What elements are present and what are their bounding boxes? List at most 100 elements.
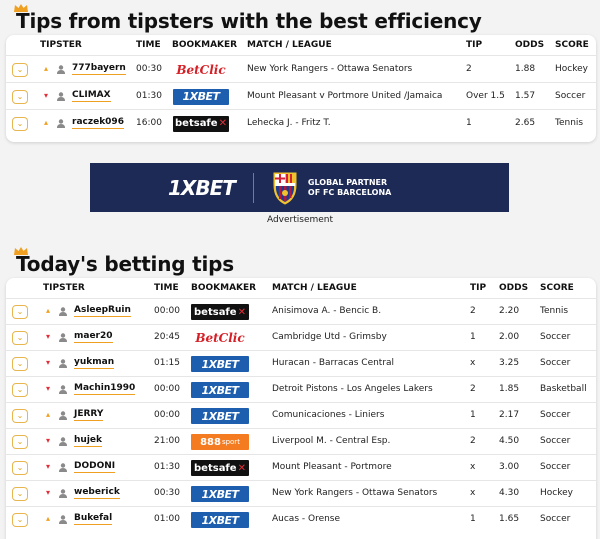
chevron-down-icon: ⌄	[16, 333, 24, 342]
expand-button[interactable]: ⌄	[12, 62, 28, 77]
table-row[interactable]: ⌄ ▴ 777bayern 00:30 BetClic New York Ran…	[6, 55, 596, 82]
header-score: SCORE	[555, 40, 589, 50]
user-icon	[59, 515, 67, 524]
expand-button[interactable]: ⌄	[12, 487, 28, 501]
odds-value: 3.00	[499, 462, 520, 472]
arrow-down-icon: ▾	[46, 384, 51, 393]
match-time: 20:45	[154, 332, 180, 342]
bookmaker-cell: 1XBET	[191, 382, 249, 398]
match-league: Mount Pleasant - Portmore	[272, 462, 392, 472]
tipster-link[interactable]: yukman	[74, 357, 115, 369]
tipster-link[interactable]: DODONI	[74, 461, 116, 473]
expand-button[interactable]: ⌄	[12, 409, 28, 423]
user-icon	[57, 118, 65, 128]
sport-value: Soccer	[540, 358, 571, 368]
expand-button[interactable]: ⌄	[12, 461, 28, 475]
arrow-down-icon: ▾	[46, 332, 51, 341]
bookmaker-cell: 1XBET	[191, 486, 249, 502]
bookmaker-betsafe-logo[interactable]: betsafe ✕	[173, 115, 229, 132]
bookmaker-1xbet-logo[interactable]: 1XBET	[191, 356, 249, 372]
expand-button[interactable]: ⌄	[12, 435, 28, 449]
odds-value: 4.50	[499, 436, 520, 446]
tip-value: 1	[470, 514, 476, 524]
arrow-down-icon: ▾	[44, 90, 49, 100]
bookmaker-betsafe-logo[interactable]: betsafe ✕	[191, 460, 249, 476]
table-row[interactable]: ⌄ ▾ yukman 01:15 1XBET Huracan - Barraca…	[6, 350, 596, 376]
tip-value: 2	[470, 384, 476, 394]
user-icon	[59, 385, 67, 394]
tipster-link[interactable]: Bukefal	[74, 513, 113, 525]
bookmaker-1xbet-logo[interactable]: 1XBET	[191, 382, 249, 398]
header-score: SCORE	[540, 283, 574, 293]
bookmaker-1xbet-logo[interactable]: 1XBET	[191, 512, 249, 528]
tipster-link[interactable]: maer20	[74, 331, 113, 343]
user-icon	[59, 463, 67, 472]
table-row[interactable]: ⌄ ▴ AsleepRuin 00:00 betsafe ✕ Anisimova …	[6, 298, 596, 324]
bookmaker-1xbet-logo[interactable]: 1XBET	[173, 88, 229, 105]
header-match: MATCH / LEAGUE	[247, 40, 332, 50]
tip-value: 1	[466, 117, 472, 128]
bookmaker-888sport-logo[interactable]: 888 sport	[191, 434, 249, 450]
header-bookmaker: BOOKMAKER	[172, 40, 238, 50]
match-time: 21:00	[154, 436, 180, 446]
tip-value: 2	[470, 306, 476, 316]
match-league: Cambridge Utd - Grimsby	[272, 332, 387, 342]
table-row[interactable]: ⌄ ▾ maer20 20:45 BetClic Cambridge Utd -…	[6, 324, 596, 350]
banner-line2: OF FC BARCELONA	[307, 187, 392, 197]
match-league: Detroit Pistons - Los Angeles Lakers	[272, 384, 433, 394]
table-row[interactable]: ⌄ ▴ JERRY 00:00 1XBET Comunicaciones - L…	[6, 402, 596, 428]
table-row[interactable]: ⌄ ▾ Machin1990 00:00 1XBET Detroit Pisto…	[6, 376, 596, 402]
odds-value: 2.00	[499, 332, 520, 342]
table-row[interactable]: ⌄ ▴ raczek096 16:00 betsafe ✕ Lehecka J. …	[6, 109, 596, 136]
table-row[interactable]: ⌄ ▾ hujek 21:00 888 sport Liverpool M. - …	[6, 428, 596, 454]
advertisement-label: Advertisement	[266, 215, 334, 225]
match-time: 00:00	[154, 384, 180, 394]
sport-value: Basketball	[540, 384, 587, 394]
header-odds: ODDS	[499, 283, 529, 293]
chevron-down-icon: ⌄	[16, 385, 24, 394]
bookmaker-1xbet-logo[interactable]: 1XBET	[191, 486, 249, 502]
header-tip: TIP	[466, 40, 483, 50]
chevron-down-icon: ⌄	[16, 515, 24, 524]
header-match: MATCH / LEAGUE	[272, 283, 357, 293]
expand-button[interactable]: ⌄	[12, 357, 28, 371]
arrow-down-icon: ▾	[46, 358, 51, 367]
sport-value: Soccer	[540, 462, 571, 472]
bookmaker-betclic-logo[interactable]: BetClic	[191, 330, 249, 346]
match-league: New York Rangers - Ottawa Senators	[272, 488, 438, 498]
odds-value: 1.65	[499, 514, 520, 524]
bookmaker-betclic-logo[interactable]: BetClic	[173, 61, 229, 78]
tipster-link[interactable]: 777bayern	[72, 63, 126, 75]
expand-button[interactable]: ⌄	[12, 116, 28, 131]
tipster-link[interactable]: hujek	[74, 435, 102, 447]
expand-button[interactable]: ⌄	[12, 89, 28, 104]
sport-value: Soccer	[540, 514, 571, 524]
tip-value: 1	[470, 332, 476, 342]
expand-button[interactable]: ⌄	[12, 383, 28, 397]
match-time: 01:00	[154, 514, 180, 524]
table-row[interactable]: ⌄ ▾ DODONI 01:30 betsafe ✕ Mount Pleasant…	[6, 454, 596, 480]
tipster-link[interactable]: raczek096	[72, 117, 124, 129]
tipster-link[interactable]: CLIMAX	[72, 90, 111, 102]
advertisement-banner[interactable]: 1XBET GLOBAL PARTNER OF FC BARCELONA	[90, 163, 509, 212]
chevron-down-icon: ⌄	[16, 437, 24, 446]
user-icon	[59, 411, 67, 420]
table-row[interactable]: ⌄ ▾ weberick 00:30 1XBET New York Ranger…	[6, 480, 596, 506]
match-league: Huracan - Barracas Central	[272, 358, 395, 368]
bookmaker-1xbet-logo[interactable]: 1XBET	[191, 408, 249, 424]
table-row[interactable]: ⌄ ▴ Bukefal 01:00 1XBET Aucas - Orense 1…	[6, 506, 596, 532]
expand-button[interactable]: ⌄	[12, 513, 28, 527]
expand-button[interactable]: ⌄	[12, 331, 28, 345]
bookmaker-cell: 1XBET	[191, 408, 249, 424]
header-tip: TIP	[470, 283, 487, 293]
user-icon	[59, 437, 67, 446]
table-row[interactable]: ⌄ ▾ CLIMAX 01:30 1XBET Mount Pleasant v …	[6, 82, 596, 109]
tipster-link[interactable]: AsleepRuin	[74, 305, 131, 317]
tipster-link[interactable]: Machin1990	[74, 383, 136, 395]
sport-value: Soccer	[540, 436, 571, 446]
expand-button[interactable]: ⌄	[12, 305, 28, 319]
match-time: 00:30	[136, 63, 162, 74]
bookmaker-betsafe-logo[interactable]: betsafe ✕	[191, 304, 249, 320]
tipster-link[interactable]: JERRY	[74, 409, 104, 421]
tipster-link[interactable]: weberick	[74, 487, 120, 499]
